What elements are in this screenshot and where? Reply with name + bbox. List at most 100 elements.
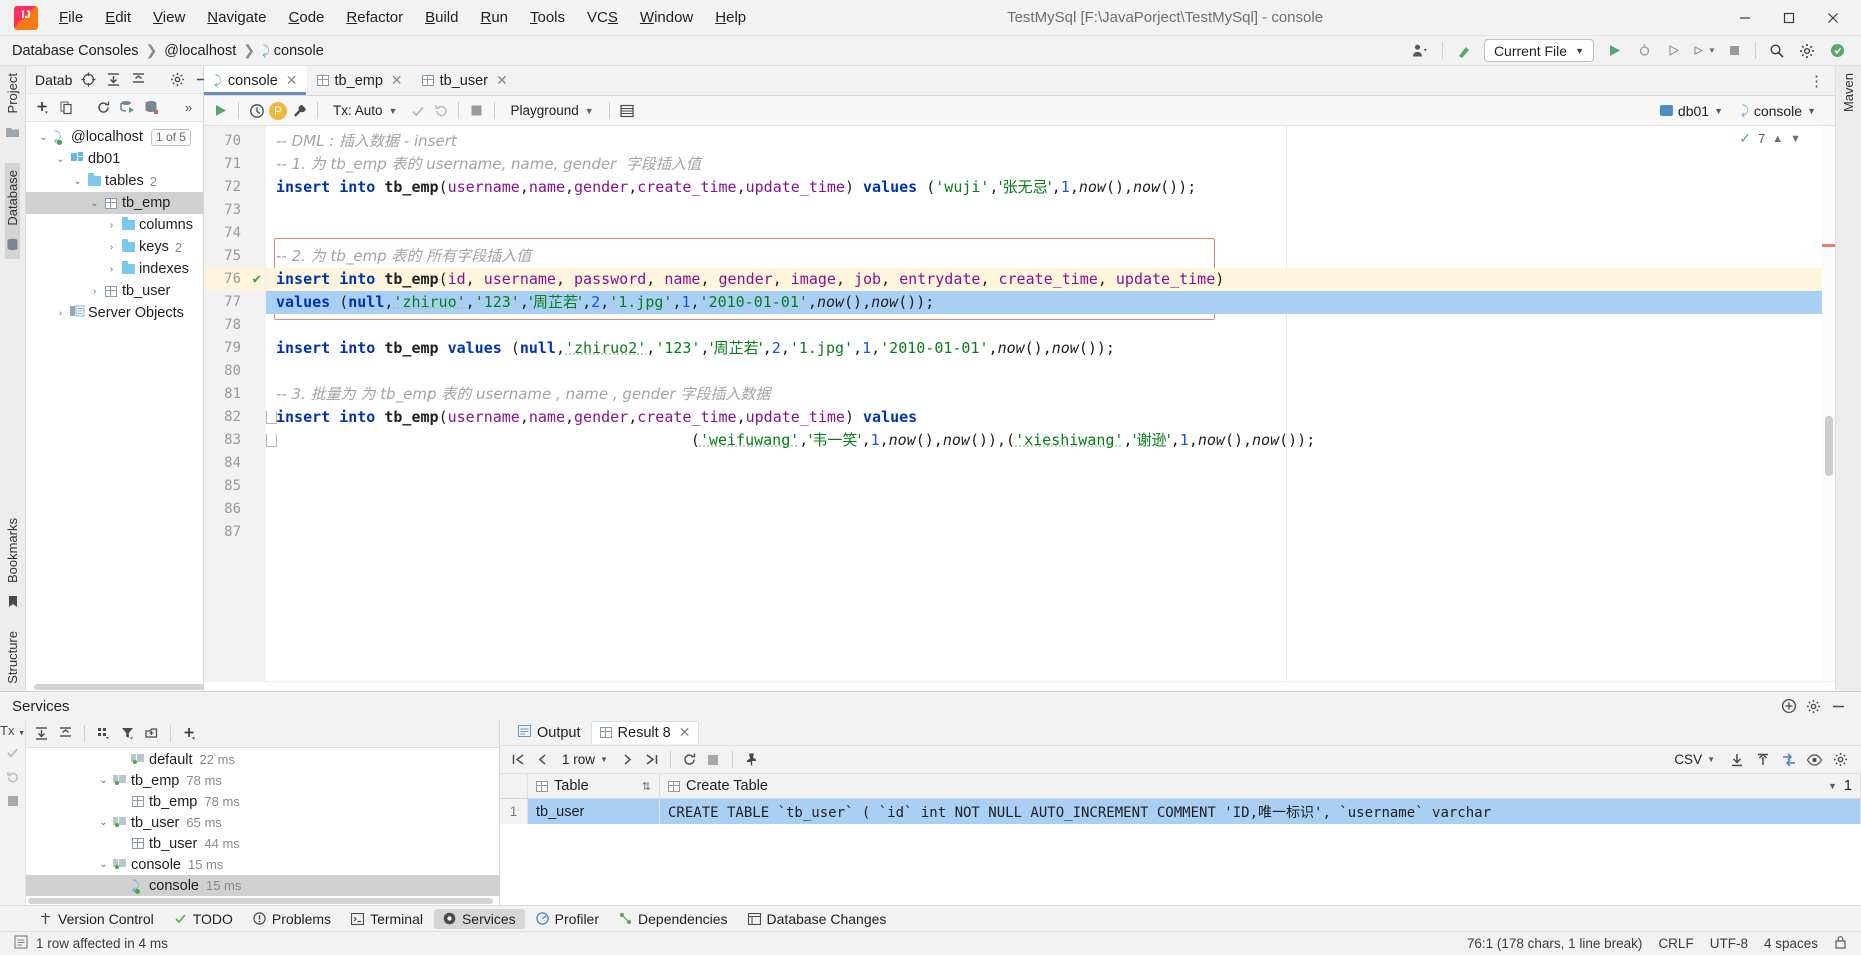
run-icon[interactable] [1600, 39, 1628, 63]
pending-transactions-badge[interactable]: P [269, 101, 287, 120]
next-page-icon[interactable] [617, 749, 638, 770]
service-node-default[interactable]: default 22 ms [26, 749, 499, 770]
gutter-line-84[interactable]: 84 [204, 452, 265, 475]
menu-edit[interactable]: Edit [94, 4, 142, 31]
chevron-down-icon[interactable]: ⌄ [36, 132, 51, 143]
menu-bar[interactable]: File Edit View Navigate Code Refactor Build Run… [48, 4, 757, 31]
run-configuration-selector[interactable]: Current File ▼ [1483, 39, 1594, 62]
editor-gutter[interactable]: 70 71 72 73 74 75 76 ✔ 77 78 79 80 81 82 83 84 85 86 87 [204, 126, 277, 681]
sidebar-item-project[interactable]: Project [5, 66, 20, 120]
code-line-87[interactable] [266, 521, 1822, 544]
row-count-selector[interactable]: 1 row ▼ [556, 751, 614, 768]
db-tree-node-columns[interactable]: › columns [26, 214, 203, 236]
result-grid-body[interactable]: 1 tb_user CREATE TABLE `tb_user` ( `id` in… [500, 799, 1861, 824]
result-tab-result-8[interactable]: Result 8 ✕ [590, 721, 700, 744]
code-line-86[interactable] [266, 498, 1822, 521]
tab-console[interactable]: ⤸ console ✕ [204, 66, 307, 95]
open-table-icon[interactable] [617, 100, 638, 121]
stop-icon[interactable] [1720, 39, 1748, 63]
gutter-line-87[interactable]: 87 [204, 521, 265, 544]
view-as-icon[interactable] [1804, 749, 1825, 770]
table-row[interactable]: 1 tb_user CREATE TABLE `tb_user` ( `id` in… [500, 799, 1861, 824]
service-node-tb_emp[interactable]: ⌄ tb_emp 78 ms [26, 770, 499, 791]
code-line-70[interactable]: -- DML : 插入数据 - insert [266, 130, 1822, 153]
code-line-85[interactable] [266, 475, 1822, 498]
row-number[interactable]: 1 [500, 799, 528, 824]
rollback-icon[interactable] [430, 100, 451, 121]
chevron-down-icon[interactable]: ⌄ [96, 775, 111, 786]
breadcrumb-item-2[interactable]: console [274, 43, 324, 59]
menu-window[interactable]: Window [629, 4, 704, 31]
project-folder-icon[interactable] [6, 125, 19, 140]
tool-window-bar[interactable]: Version Control TODO Problems Terminal Servi… [0, 905, 1861, 931]
db-tree-node-db01[interactable]: ⌄ db01 [26, 148, 203, 170]
code-line-72[interactable]: insert into tb_emp(username,name,gender,… [266, 176, 1822, 199]
profile-icon[interactable]: ▼ [1690, 39, 1718, 63]
breadcrumb-item-0[interactable]: Database Consoles [12, 43, 139, 59]
gutter-line-76[interactable]: 76 ✔ [204, 268, 277, 291]
more-vertical-icon[interactable]: ⋮ [1806, 70, 1827, 91]
prev-problem-icon[interactable]: ▲ [1772, 133, 1783, 145]
indent-setting[interactable]: 4 spaces [1764, 936, 1818, 951]
gutter-line-70[interactable]: 70 [204, 130, 265, 153]
code-line-78[interactable] [266, 314, 1822, 337]
stop-icon[interactable] [703, 749, 724, 770]
result-grid[interactable]: Table ⇅ Create Table ▼ 1 1 tb_user CREATE TABL… [500, 774, 1861, 905]
gear-icon[interactable] [1793, 39, 1821, 63]
execute-icon[interactable] [210, 100, 231, 121]
code-editor[interactable]: 70 71 72 73 74 75 76 ✔ 77 78 79 80 81 82 83 84 85 86 87 --… [204, 126, 1835, 681]
chevron-right-icon[interactable]: › [104, 220, 119, 231]
coverage-icon[interactable] [1660, 39, 1688, 63]
code-line-81[interactable]: -- 3. 批量为 为 tb_emp 表的 username , name , … [266, 383, 1822, 406]
chevron-down-icon[interactable]: ⌄ [96, 817, 111, 828]
editor-vscrollbar[interactable] [1822, 126, 1835, 681]
menu-refactor[interactable]: Refactor [335, 4, 414, 31]
database-tree[interactable]: ⌄ ⤸ @localhost 1 of 5 ⌄ db01 ⌄ tables 2 ⌄ tb_emp › c… [26, 122, 203, 682]
chevron-right-icon[interactable]: › [104, 264, 119, 275]
db-tree-node-tables[interactable]: ⌄ tables 2 [26, 170, 203, 192]
stop-icon[interactable] [7, 795, 19, 810]
db-tree-node-localhost[interactable]: ⌄ ⤸ @localhost 1 of 5 [26, 126, 203, 148]
jump-to-source-icon[interactable] [78, 69, 99, 90]
prev-page-icon[interactable] [532, 749, 553, 770]
code-line-76[interactable]: insert into tb_emp(id, username, passwor… [266, 268, 1822, 291]
grid-cell-0[interactable]: tb_user [528, 799, 660, 824]
database-icon[interactable] [6, 238, 19, 254]
sidebar-item-database[interactable]: Database [5, 163, 20, 233]
session-selector[interactable]: ⤸ console ▼ [1734, 101, 1823, 121]
code-line-84[interactable] [266, 452, 1822, 475]
collapse-all-icon[interactable] [128, 69, 149, 90]
compare-icon[interactable] [1778, 749, 1799, 770]
menu-view[interactable]: View [142, 4, 196, 31]
breadcrumb[interactable]: Database Consoles ❯ @localhost ❯ ⤸ console [12, 42, 324, 59]
result-tab-strip[interactable]: Output Result 8 ✕ [500, 720, 1861, 746]
tool-window-database-changes[interactable]: Database Changes [739, 909, 896, 929]
chevron-down-icon[interactable]: ⌄ [53, 154, 68, 165]
services-tree-hscrollbar[interactable] [26, 896, 499, 905]
gear-icon[interactable] [1803, 696, 1824, 717]
gutter-line-74[interactable]: 74 [204, 222, 265, 245]
export-format-selector[interactable]: CSV ▼ [1668, 751, 1721, 768]
menu-build[interactable]: Build [414, 4, 469, 31]
next-problem-icon[interactable]: ▼ [1790, 133, 1801, 145]
debug-icon[interactable] [1630, 39, 1658, 63]
last-page-icon[interactable] [641, 749, 662, 770]
line-separator[interactable]: CRLF [1658, 936, 1693, 951]
gutter-line-79[interactable]: 79 [204, 337, 265, 360]
gear-icon[interactable] [1830, 749, 1851, 770]
chevron-down-icon[interactable]: ⌄ [96, 859, 111, 870]
gutter-line-78[interactable]: 78 [204, 314, 265, 337]
gutter-line-82[interactable]: 82 [204, 406, 277, 429]
tool-window-services[interactable]: Services [433, 908, 525, 929]
service-node-tb_user[interactable]: ⌄ tb_user 65 ms [26, 812, 499, 833]
service-node-console[interactable]: ⌄ console 15 ms [26, 854, 499, 875]
chevron-right-icon[interactable]: › [53, 308, 68, 319]
tool-window-dependencies[interactable]: Dependencies [610, 909, 737, 929]
gear-icon[interactable] [167, 69, 188, 90]
datasource-selector[interactable]: db01 ▼ [1653, 101, 1730, 121]
new-tab-icon[interactable] [141, 723, 162, 744]
result-tab-output[interactable]: Output [510, 723, 589, 743]
tab-tb_emp[interactable]: tb_emp ✕ [307, 66, 412, 95]
import-icon[interactable] [1752, 749, 1773, 770]
code-line-82[interactable]: insert into tb_emp(username,name,gender,… [266, 406, 1822, 429]
